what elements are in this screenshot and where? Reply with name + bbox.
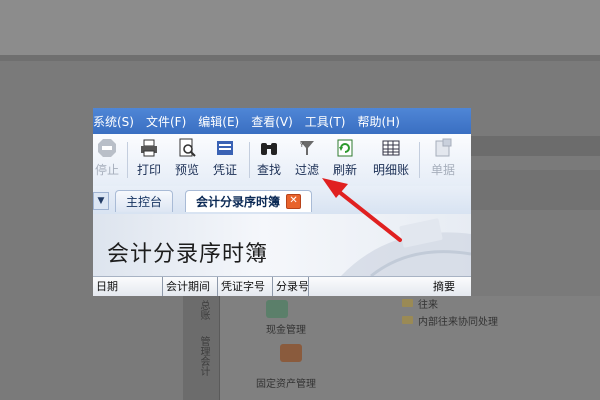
fixed-asset-icon[interactable] xyxy=(280,344,302,362)
detail-ledger-button[interactable]: 明细账 xyxy=(373,138,409,182)
preview-button[interactable]: 预览 xyxy=(175,138,199,182)
background-right-bar xyxy=(470,136,600,156)
voucher-button[interactable]: 凭证 xyxy=(213,138,237,182)
background-sidebar-tab[interactable]: 总账 xyxy=(189,300,211,320)
stop-icon xyxy=(98,139,116,157)
refresh-button[interactable]: 刷新 xyxy=(333,138,357,182)
report-title: 会计分录序时簿 xyxy=(107,242,269,267)
tab-strip: ▼ 主控台 会计分录序时簿 ✕ xyxy=(93,186,471,216)
document-button[interactable]: 单据 xyxy=(431,138,455,182)
background-item-label[interactable]: 固定资产管理 xyxy=(256,375,316,390)
svg-text:Y: Y xyxy=(299,142,304,149)
toolbar: 停止 打印 预览 凭证 查找 Y 过滤 刷新 明细账 单据 xyxy=(93,134,471,187)
binoculars-icon xyxy=(261,143,277,155)
background-sidebar-tab[interactable]: 管理会计 xyxy=(189,336,211,376)
filter-icon: Y xyxy=(299,141,314,155)
menu-view[interactable]: 查看(V) xyxy=(249,113,303,130)
report-header: 会计分录序时簿 xyxy=(93,214,471,276)
toolbar-separator xyxy=(249,142,250,178)
background-folder-label[interactable]: 往来 xyxy=(418,296,438,311)
printer-icon xyxy=(141,139,157,157)
print-preview-icon xyxy=(179,138,196,157)
decorative-background xyxy=(341,218,471,276)
folder-icon xyxy=(402,299,413,307)
column-header[interactable]: 分录号 xyxy=(273,277,309,296)
document-icon xyxy=(435,138,452,157)
toolbar-separator xyxy=(127,142,128,178)
refresh-icon xyxy=(337,139,353,157)
find-button[interactable]: 查找 xyxy=(257,138,281,182)
menu-tools[interactable]: 工具(T) xyxy=(303,113,356,130)
tab-label: 会计分录序时簿 xyxy=(196,195,281,209)
ledger-grid-icon xyxy=(382,140,400,156)
menu-edit[interactable]: 编辑(E) xyxy=(196,113,249,130)
menu-bar: 系统(S) 文件(F) 编辑(E) 查看(V) 工具(T) 帮助(H) xyxy=(93,108,471,134)
zoomed-window: 系统(S) 文件(F) 编辑(E) 查看(V) 工具(T) 帮助(H) 停止 打… xyxy=(93,108,471,296)
filter-button[interactable]: Y 过滤 xyxy=(295,138,319,182)
column-header[interactable]: 摘要 xyxy=(309,277,471,296)
cash-management-icon[interactable] xyxy=(266,300,288,318)
tab-scroll-button[interactable]: ▼ xyxy=(93,192,109,210)
background-top-area xyxy=(0,0,600,55)
table-column-header: 日期 会计期间 凭证字号 分录号 摘要 xyxy=(93,276,471,296)
column-header[interactable]: 日期 xyxy=(93,277,163,296)
toolbar-separator xyxy=(419,142,420,178)
tab-main-console[interactable]: 主控台 xyxy=(115,190,174,212)
print-button[interactable]: 打印 xyxy=(137,138,161,182)
voucher-icon xyxy=(217,141,233,155)
stop-button[interactable]: 停止 xyxy=(95,138,119,182)
background-right-panel xyxy=(470,170,600,210)
background-item-label[interactable]: 现金管理 xyxy=(266,321,306,336)
background-sidebar: 总账 管理会计 xyxy=(183,296,220,400)
close-icon[interactable]: ✕ xyxy=(286,194,302,209)
tab-journal[interactable]: 会计分录序时簿 ✕ xyxy=(185,190,313,212)
column-header[interactable]: 会计期间 xyxy=(163,277,218,296)
column-header[interactable]: 凭证字号 xyxy=(218,277,273,296)
tab-label: 主控台 xyxy=(126,195,163,209)
menu-system[interactable]: 系统(S) xyxy=(93,113,144,130)
folder-icon xyxy=(402,316,413,324)
background-folder-label[interactable]: 内部往来协同处理 xyxy=(418,313,498,328)
menu-file[interactable]: 文件(F) xyxy=(144,113,196,130)
menu-help[interactable]: 帮助(H) xyxy=(356,113,410,130)
